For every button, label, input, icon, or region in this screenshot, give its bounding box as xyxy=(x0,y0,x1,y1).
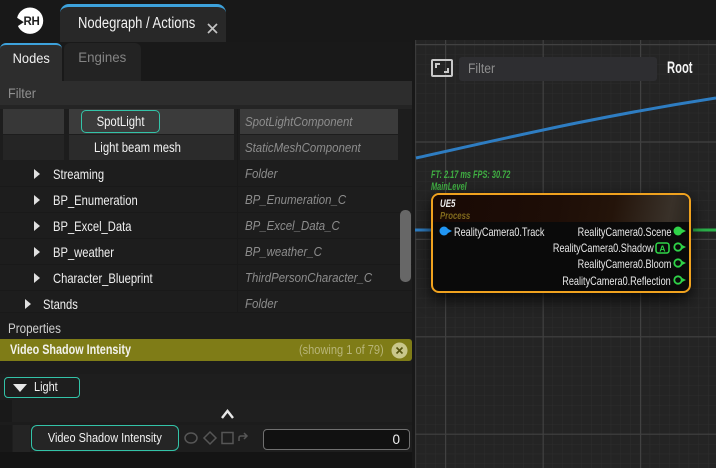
svg-text:RH: RH xyxy=(23,16,39,28)
svg-text:A: A xyxy=(659,243,665,253)
